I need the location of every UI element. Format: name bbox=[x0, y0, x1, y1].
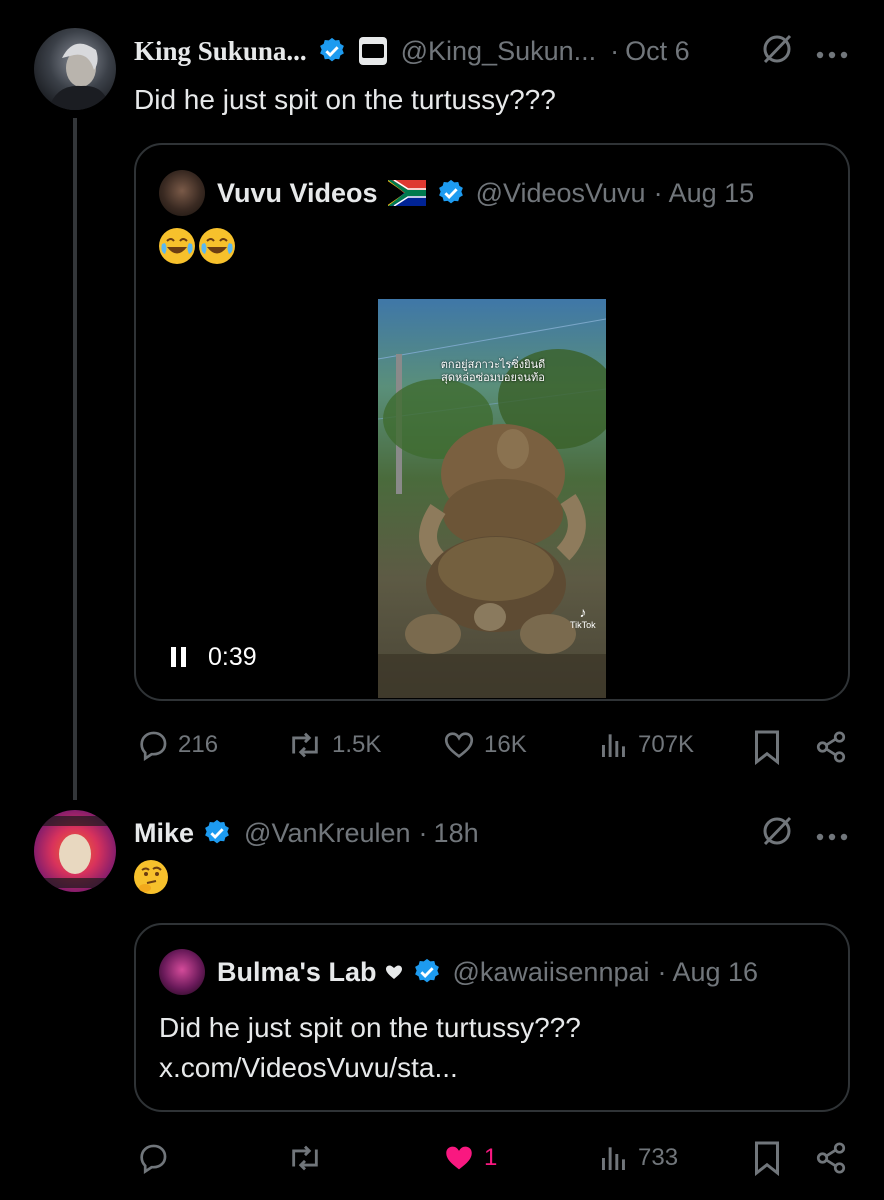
quote2-link[interactable]: x.com/VideosVuvu/sta... bbox=[159, 1048, 581, 1088]
reply-button[interactable]: 216 bbox=[136, 728, 218, 762]
quote1-header: Vuvu Videos @VideosVuvu · Aug 15 bbox=[217, 174, 754, 212]
share-icon bbox=[816, 1142, 846, 1174]
pause-icon[interactable] bbox=[170, 646, 188, 668]
quote1-display-name[interactable]: Vuvu Videos bbox=[217, 178, 378, 209]
tweet2-handle[interactable]: @VanKreulen bbox=[244, 818, 411, 849]
video-overlay-caption: ตกอยู่สภาวะไรซิ่งยินดี สุดหล่อซ่อมบอยจนท… bbox=[428, 359, 558, 385]
quote1-date[interactable]: Aug 15 bbox=[669, 178, 755, 209]
share-button[interactable] bbox=[814, 730, 848, 769]
quote2-display-name[interactable]: Bulma's Lab bbox=[217, 957, 376, 988]
share-icon bbox=[816, 731, 846, 763]
avatar-art bbox=[42, 816, 108, 888]
share-button[interactable] bbox=[814, 1141, 848, 1180]
tweet1-display-name[interactable]: King Sukuna... bbox=[134, 36, 307, 67]
repost-icon bbox=[292, 732, 318, 758]
like-icon bbox=[444, 732, 474, 759]
quote2-handle[interactable]: @kawaiisennpai bbox=[452, 957, 649, 988]
tweet2-emoji-text bbox=[134, 860, 168, 899]
quote2-text: Did he just spit on the turtussy??? x.co… bbox=[159, 1008, 581, 1088]
avatar-mike[interactable] bbox=[34, 810, 116, 892]
reply-icon bbox=[140, 1144, 167, 1174]
tweet1-text: Did he just spit on the turtussy??? bbox=[134, 84, 556, 115]
quote2-date[interactable]: Aug 16 bbox=[672, 957, 758, 988]
quote1-handle[interactable]: @VideosVuvu bbox=[476, 178, 646, 209]
like-button[interactable]: 16K bbox=[442, 728, 527, 762]
heart-arrow-icon bbox=[384, 962, 404, 982]
views-button[interactable]: 707K bbox=[598, 728, 694, 762]
avatar-king-sukuna[interactable] bbox=[34, 28, 116, 110]
views-button[interactable]: 733 bbox=[598, 1141, 678, 1175]
quote1-separator: · bbox=[653, 177, 663, 208]
avatar-vuvu-videos[interactable] bbox=[159, 170, 205, 216]
verified-badge-icon bbox=[317, 36, 347, 66]
verified-badge-icon bbox=[436, 178, 466, 208]
video-caption-line2: สุดหล่อซ่อมบอยจนท้อ bbox=[441, 372, 545, 384]
quote2-separator: · bbox=[657, 956, 667, 987]
verified-badge-icon bbox=[412, 957, 442, 987]
tweet1-header: King Sukuna... @King_Sukun... · Oct 6 bbox=[134, 32, 690, 70]
tweet1-date[interactable]: Oct 6 bbox=[625, 36, 690, 67]
like-icon-filled bbox=[446, 1146, 472, 1170]
video-caption-line1: ตกอยู่สภาวะไรซิ่งยินดี bbox=[440, 359, 546, 371]
bookmark-button[interactable] bbox=[752, 729, 782, 770]
quote1-emoji-text bbox=[159, 228, 239, 264]
views-count: 733 bbox=[638, 1144, 679, 1171]
bookmark-icon bbox=[755, 1141, 779, 1177]
tweet2-display-name[interactable]: Mike bbox=[134, 818, 194, 849]
affiliate-badge-icon bbox=[358, 37, 387, 65]
verified-badge-icon bbox=[202, 818, 232, 848]
bookmark-button[interactable] bbox=[752, 1140, 782, 1181]
repost-button[interactable] bbox=[286, 1141, 324, 1175]
bookmark-icon bbox=[755, 730, 779, 766]
video-time: 0:39 bbox=[208, 642, 257, 671]
more-icon[interactable] bbox=[816, 46, 848, 64]
avatar-portrait bbox=[48, 43, 110, 110]
video-controls: 0:39 bbox=[170, 640, 257, 674]
views-count: 707K bbox=[638, 731, 695, 758]
tiktok-watermark: ♪ TikTok bbox=[570, 604, 596, 630]
repost-count: 1.5K bbox=[332, 731, 382, 758]
tiktok-label: TikTok bbox=[570, 620, 596, 630]
grok-icon[interactable] bbox=[760, 814, 794, 853]
thinking-face-emoji-icon bbox=[134, 860, 168, 894]
quote2-text-line1: Did he just spit on the turtussy??? bbox=[159, 1012, 581, 1043]
views-icon bbox=[602, 1147, 625, 1170]
laughing-crying-emoji-icon bbox=[159, 228, 195, 264]
like-count: 1 bbox=[484, 1144, 498, 1171]
reply-count: 216 bbox=[178, 731, 219, 758]
thread-line bbox=[73, 118, 77, 800]
video-player[interactable]: ตกอยู่สภาวะไรซิ่งยินดี สุดหล่อซ่อมบอยจนท… bbox=[378, 299, 606, 698]
tweet2-separator: · bbox=[418, 817, 428, 848]
tweet1-handle[interactable]: @King_Sukun... bbox=[401, 36, 597, 67]
quote2-header: Bulma's Lab @kawaiisennpai · Aug 16 bbox=[217, 953, 758, 991]
reply-button[interactable] bbox=[136, 1141, 170, 1175]
repost-icon bbox=[292, 1145, 318, 1171]
repost-button[interactable]: 1.5K bbox=[286, 728, 381, 762]
tweet1-separator: · bbox=[610, 35, 620, 66]
laughing-crying-emoji-icon bbox=[199, 228, 235, 264]
tweet2-date[interactable]: 18h bbox=[434, 818, 479, 849]
south-africa-flag-icon bbox=[387, 180, 426, 206]
reply-icon bbox=[140, 731, 167, 761]
tweet2-header: Mike @VanKreulen · 18h bbox=[134, 814, 479, 852]
tiktok-logo-icon: ♪ bbox=[579, 604, 587, 620]
more-icon[interactable] bbox=[816, 828, 848, 846]
grok-icon[interactable] bbox=[760, 32, 794, 71]
like-count: 16K bbox=[484, 731, 527, 758]
like-button[interactable]: 1 bbox=[442, 1141, 497, 1175]
avatar-bulmas-lab[interactable] bbox=[159, 949, 205, 995]
views-icon bbox=[602, 734, 625, 757]
